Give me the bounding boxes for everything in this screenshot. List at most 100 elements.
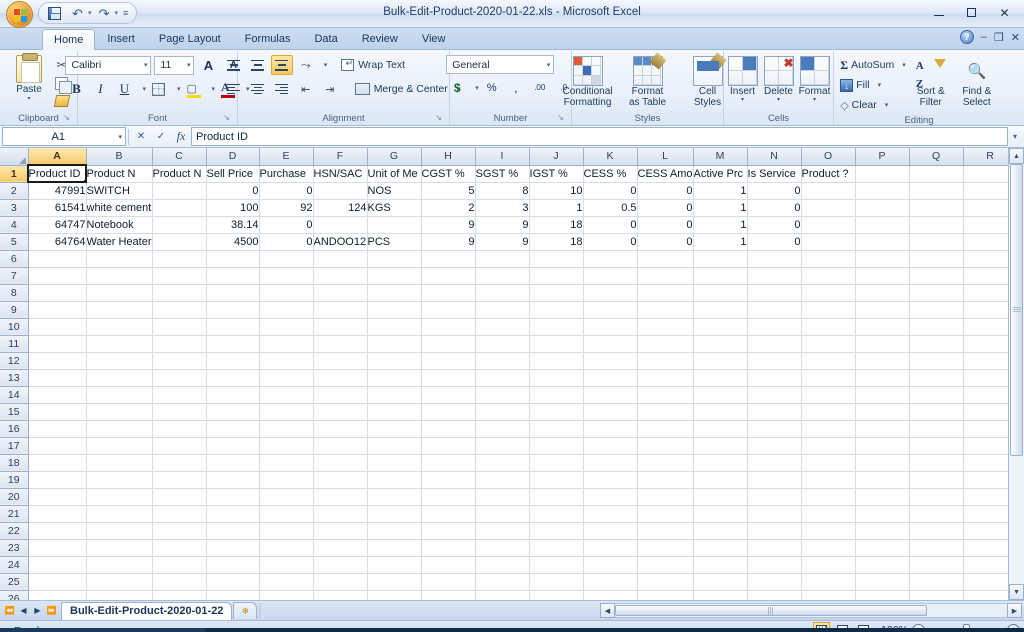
cell-K19[interactable] — [583, 471, 638, 489]
italic-button[interactable]: I — [89, 79, 111, 99]
cell-F15[interactable] — [313, 403, 368, 421]
borders-caret-icon[interactable]: ▾ — [177, 85, 181, 93]
cell-E13[interactable] — [259, 369, 314, 387]
column-header-N[interactable]: N — [747, 148, 802, 166]
cell-F6[interactable] — [313, 250, 368, 268]
last-sheet-button[interactable]: ⏩ — [45, 603, 58, 618]
cell-M1[interactable]: Active Prc — [693, 165, 748, 183]
cell-A19[interactable] — [28, 471, 87, 489]
cell-A18[interactable] — [28, 454, 87, 472]
cell-D23[interactable] — [206, 539, 260, 557]
cell-Q20[interactable] — [909, 488, 964, 506]
row-header-20[interactable]: 20 — [0, 488, 29, 506]
cell-O23[interactable] — [801, 539, 856, 557]
cell-Q14[interactable] — [909, 386, 964, 404]
cell-M13[interactable] — [693, 369, 748, 387]
cell-F18[interactable] — [313, 454, 368, 472]
sheet-tab-active[interactable]: Bulk-Edit-Product-2020-01-22 — [61, 601, 233, 620]
cell-N13[interactable] — [747, 369, 802, 387]
cell-G20[interactable] — [367, 488, 422, 506]
workbook-restore-button[interactable]: ❐ — [994, 31, 1004, 44]
cell-K18[interactable] — [583, 454, 638, 472]
cell-M9[interactable] — [693, 301, 748, 319]
cell-J20[interactable] — [529, 488, 584, 506]
cell-I9[interactable] — [475, 301, 530, 319]
cell-E17[interactable] — [259, 437, 314, 455]
cell-E10[interactable] — [259, 318, 314, 336]
cell-D10[interactable] — [206, 318, 260, 336]
cell-M8[interactable] — [693, 284, 748, 302]
cell-J14[interactable] — [529, 386, 584, 404]
cell-G22[interactable] — [367, 522, 422, 540]
cell-L6[interactable] — [637, 250, 694, 268]
cell-J18[interactable] — [529, 454, 584, 472]
paste-button[interactable]: Paste ▾ — [6, 53, 52, 102]
cell-G1[interactable]: Unit of Me — [367, 165, 422, 183]
cell-F8[interactable] — [313, 284, 368, 302]
cell-E18[interactable] — [259, 454, 314, 472]
cell-M7[interactable] — [693, 267, 748, 285]
percent-format-button[interactable]: % — [481, 78, 503, 98]
cell-J23[interactable] — [529, 539, 584, 557]
cell-D1[interactable]: Sell Price — [206, 165, 260, 183]
cell-G14[interactable] — [367, 386, 422, 404]
cell-H15[interactable] — [421, 403, 476, 421]
cell-G3[interactable]: KGS — [367, 199, 422, 217]
cell-N15[interactable] — [747, 403, 802, 421]
cell-E12[interactable] — [259, 352, 314, 370]
cell-P16[interactable] — [855, 420, 910, 438]
cell-E5[interactable]: 0 — [259, 233, 314, 251]
align-middle-button[interactable] — [247, 55, 269, 75]
cell-H6[interactable] — [421, 250, 476, 268]
cell-J5[interactable]: 18 — [529, 233, 584, 251]
column-header-E[interactable]: E — [259, 148, 314, 166]
cell-L8[interactable] — [637, 284, 694, 302]
cell-D2[interactable]: 0 — [206, 182, 260, 200]
row-header-25[interactable]: 25 — [0, 573, 29, 591]
column-header-I[interactable]: I — [475, 148, 530, 166]
cell-B17[interactable] — [86, 437, 153, 455]
cell-I11[interactable] — [475, 335, 530, 353]
cell-Q11[interactable] — [909, 335, 964, 353]
cell-B2[interactable]: SWITCH — [86, 182, 153, 200]
tab-formulas[interactable]: Formulas — [233, 28, 303, 50]
tab-data[interactable]: Data — [302, 28, 349, 50]
column-header-O[interactable]: O — [801, 148, 856, 166]
cell-K26[interactable] — [583, 590, 638, 600]
cell-A4[interactable]: 64747 — [28, 216, 87, 234]
cell-I23[interactable] — [475, 539, 530, 557]
cell-B3[interactable]: white cement — [86, 199, 153, 217]
cell-I26[interactable] — [475, 590, 530, 600]
cell-L13[interactable] — [637, 369, 694, 387]
cell-B10[interactable] — [86, 318, 153, 336]
cell-B5[interactable]: Water Heater — [86, 233, 153, 251]
cell-N17[interactable] — [747, 437, 802, 455]
accept-entry-button[interactable]: ✓ — [151, 127, 171, 146]
cell-L10[interactable] — [637, 318, 694, 336]
cell-E23[interactable] — [259, 539, 314, 557]
orientation-button[interactable]: ⤳ — [295, 55, 317, 75]
cell-A22[interactable] — [28, 522, 87, 540]
fill-color-caret-icon[interactable]: ▾ — [212, 85, 216, 93]
cell-E16[interactable] — [259, 420, 314, 438]
row-header-19[interactable]: 19 — [0, 471, 29, 489]
cell-M17[interactable] — [693, 437, 748, 455]
cell-O21[interactable] — [801, 505, 856, 523]
cell-M21[interactable] — [693, 505, 748, 523]
cell-C3[interactable] — [152, 199, 207, 217]
cell-E25[interactable] — [259, 573, 314, 591]
cell-H13[interactable] — [421, 369, 476, 387]
cell-I19[interactable] — [475, 471, 530, 489]
cell-O18[interactable] — [801, 454, 856, 472]
cell-P21[interactable] — [855, 505, 910, 523]
cell-H10[interactable] — [421, 318, 476, 336]
cell-D25[interactable] — [206, 573, 260, 591]
cell-E8[interactable] — [259, 284, 314, 302]
cell-M16[interactable] — [693, 420, 748, 438]
row-header-7[interactable]: 7 — [0, 267, 29, 285]
cell-L26[interactable] — [637, 590, 694, 600]
cell-J1[interactable]: IGST % — [529, 165, 584, 183]
cell-L17[interactable] — [637, 437, 694, 455]
cell-O8[interactable] — [801, 284, 856, 302]
cell-P8[interactable] — [855, 284, 910, 302]
